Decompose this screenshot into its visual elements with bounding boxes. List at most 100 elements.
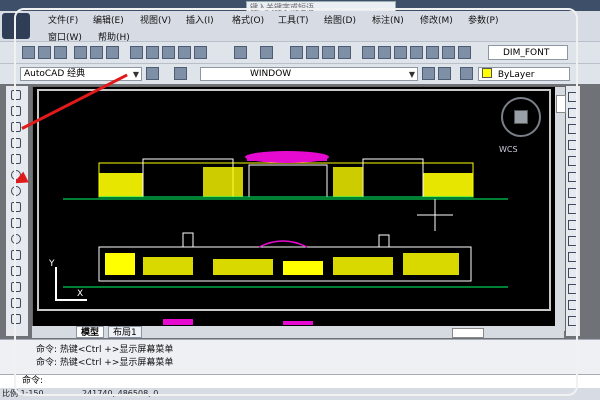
revision-cloud-icon[interactable]	[11, 202, 21, 212]
offset-icon[interactable]	[568, 140, 578, 150]
wcs-label[interactable]: WCS	[499, 145, 518, 154]
publish-icon[interactable]	[106, 46, 119, 59]
ucs-icon: Y X	[49, 259, 89, 305]
workspace-value: AutoCAD 经典	[24, 69, 86, 79]
layout-tabs: 模型 布局1	[32, 326, 564, 338]
rectangle-icon[interactable]	[11, 154, 21, 164]
drawing-svg	[63, 151, 508, 325]
menu-format[interactable]: 格式(O)	[232, 13, 264, 26]
menu-draw[interactable]: 绘图(D)	[324, 13, 356, 26]
pan-icon[interactable]	[290, 46, 303, 59]
autocad-window: 键入关键字或短语 文件(F) 编辑(E) 视图(V) 插入(I) 格式(O) 工…	[0, 0, 600, 400]
menu-tools[interactable]: 工具(T)	[278, 13, 309, 26]
move-icon[interactable]	[568, 172, 578, 182]
print-icon[interactable]	[74, 46, 87, 59]
copy-icon[interactable]	[146, 46, 159, 59]
sheet-set-icon[interactable]	[410, 46, 423, 59]
array-icon[interactable]	[568, 156, 578, 166]
tab-model[interactable]: 模型	[76, 326, 105, 338]
hatch-icon[interactable]	[11, 298, 21, 308]
chevron-down-icon: ▼	[408, 70, 415, 79]
menu-view[interactable]: 视图(V)	[140, 13, 171, 26]
vertical-scrollbar[interactable]	[555, 87, 566, 331]
stretch-icon[interactable]	[568, 220, 578, 230]
mirror-icon[interactable]	[568, 124, 578, 134]
scale-icon[interactable]	[568, 204, 578, 214]
layers-toolbar: AutoCAD 经典 ▼ WINDOW ▼ ByLayer	[0, 63, 600, 84]
menu-modify[interactable]: 修改(M)	[420, 13, 453, 26]
insert-block-icon[interactable]	[11, 250, 21, 260]
zoom-realtime-icon[interactable]	[306, 46, 319, 59]
markup-icon[interactable]	[426, 46, 439, 59]
annotation-scale[interactable]: 比例 1:150	[2, 388, 44, 400]
layer-previous-icon[interactable]	[438, 67, 451, 80]
print-preview-icon[interactable]	[90, 46, 103, 59]
help-icon[interactable]	[458, 46, 471, 59]
horizontal-scroll-thumb[interactable]	[452, 328, 484, 338]
layer-manager-icon[interactable]	[174, 67, 187, 80]
spline-icon[interactable]	[11, 218, 21, 228]
color-select[interactable]: ByLayer	[478, 67, 570, 81]
design-center-icon[interactable]	[378, 46, 391, 59]
open-file-icon[interactable]	[38, 46, 51, 59]
trim-icon[interactable]	[568, 236, 578, 246]
copy-object-icon[interactable]	[568, 108, 578, 118]
polygon-icon[interactable]	[11, 138, 21, 148]
construction-line-icon[interactable]	[11, 106, 21, 116]
status-bar: 比例 1:150 241740, 486508, 0	[0, 388, 600, 400]
layer-states-icon[interactable]	[460, 67, 473, 80]
properties-icon[interactable]	[362, 46, 375, 59]
cursor-coordinates: 241740, 486508, 0	[82, 389, 159, 398]
save-icon[interactable]	[54, 46, 67, 59]
match-properties-icon[interactable]	[178, 46, 191, 59]
menu-parameters[interactable]: 参数(P)	[468, 13, 498, 26]
erase-icon[interactable]	[568, 92, 578, 102]
table-icon[interactable]	[11, 314, 21, 324]
ellipse-icon[interactable]	[11, 234, 21, 244]
rotate-icon[interactable]	[568, 188, 578, 198]
workspace-settings-icon[interactable]	[146, 67, 159, 80]
layer-select[interactable]: WINDOW ▼	[200, 67, 418, 81]
redo-icon[interactable]	[260, 46, 273, 59]
menu-insert[interactable]: 插入(I)	[186, 13, 214, 26]
fillet-icon[interactable]	[568, 300, 578, 310]
drawing-canvas[interactable]: WCS Y X	[32, 86, 566, 332]
new-file-icon[interactable]	[22, 46, 35, 59]
application-menu-button[interactable]	[2, 13, 30, 39]
calculator-icon[interactable]	[442, 46, 455, 59]
scrollbar-thumb[interactable]	[556, 95, 566, 113]
menu-dimension[interactable]: 标注(N)	[372, 13, 404, 26]
undo-icon[interactable]	[234, 46, 247, 59]
chamfer-icon[interactable]	[568, 284, 578, 294]
zoom-previous-icon[interactable]	[338, 46, 351, 59]
make-block-icon[interactable]	[11, 266, 21, 276]
color-value: ByLayer	[497, 70, 535, 80]
tool-palettes-icon[interactable]	[394, 46, 407, 59]
tab-layout1[interactable]: 布局1	[108, 326, 142, 338]
ucs-x-label: X	[77, 289, 84, 299]
ucs-y-axis	[55, 267, 57, 301]
extend-icon[interactable]	[568, 252, 578, 262]
block-editor-icon[interactable]	[194, 46, 207, 59]
ucs-y-label: Y	[49, 259, 55, 269]
point-icon[interactable]	[11, 282, 21, 292]
explode-icon[interactable]	[568, 316, 578, 326]
viewcube[interactable]	[501, 97, 541, 137]
command-input[interactable]: 命令:	[0, 374, 600, 388]
viewcube-top[interactable]	[514, 110, 528, 124]
polyline-icon[interactable]	[11, 122, 21, 132]
menu-edit[interactable]: 编辑(E)	[93, 13, 124, 26]
color-swatch	[482, 68, 492, 78]
make-current-layer-icon[interactable]	[422, 67, 435, 80]
zoom-window-icon[interactable]	[322, 46, 335, 59]
cut-icon[interactable]	[130, 46, 143, 59]
modify-toolbar	[566, 86, 580, 336]
line-icon[interactable]	[11, 90, 21, 100]
break-icon[interactable]	[568, 268, 578, 278]
upper-building-elevation	[63, 151, 508, 200]
menu-file[interactable]: 文件(F)	[48, 13, 78, 26]
dimension-style-select[interactable]: DIM_FONT	[488, 45, 568, 60]
standard-toolbar: DIM_FONT	[0, 41, 600, 64]
command-history-line: 命令: 热键<Ctrl +>显示屏幕菜单	[36, 358, 174, 368]
paste-icon[interactable]	[162, 46, 175, 59]
